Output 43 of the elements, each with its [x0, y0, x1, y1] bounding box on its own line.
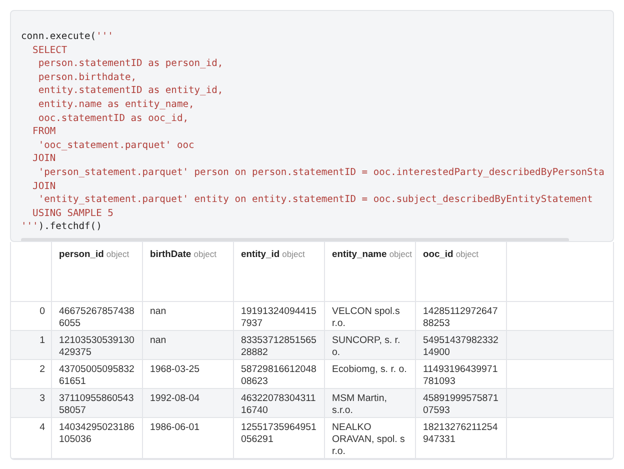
- column-type: object: [106, 249, 130, 259]
- row-index: 1: [11, 330, 52, 360]
- code-line: SELECT: [32, 44, 68, 58]
- table-cell: 5495143798233214900: [416, 330, 506, 360]
- code-line: JOIN: [32, 180, 57, 194]
- table-cell: 18213276211254947331: [416, 418, 506, 458]
- table-cell: 14034295023186105036: [52, 418, 142, 458]
- code-line: ''').fetchdf(): [21, 220, 103, 234]
- table-cell: 3711095586054358057: [52, 388, 142, 418]
- table-cell: MSM Martin, s.r.o.: [324, 388, 416, 418]
- column-header: ooc_id: [423, 248, 454, 259]
- table-cell: SUNCORP, s. r. o.: [324, 330, 416, 360]
- column-header: birthDate: [150, 248, 192, 259]
- column-type: object: [194, 249, 216, 259]
- table-cell: 12103530539130429375: [52, 330, 142, 360]
- column-type: object: [389, 249, 412, 259]
- table-cell: nan: [142, 330, 234, 360]
- table-cell: NEALKO ORAVAN, spol. s r.o.: [324, 418, 416, 458]
- code-line: entity.statementID as entity_id,: [37, 84, 224, 98]
- code-line: JOIN: [32, 152, 57, 166]
- column-type: object: [282, 249, 305, 259]
- code-line: USING SAMPLE 5: [32, 206, 114, 220]
- code-line: conn.execute(''': [21, 30, 114, 44]
- code-line: entity.name as entity_name,: [37, 98, 196, 112]
- column-type: object: [456, 249, 479, 259]
- row-index: 4: [11, 418, 52, 458]
- table-cell: 8335371285156528882: [234, 330, 324, 360]
- row-index: 3: [11, 388, 52, 418]
- table-cell: 12551735964951056291: [234, 418, 324, 458]
- code-line: 'ooc_statement.parquet' ooc: [37, 138, 196, 152]
- column-header: person_id: [59, 248, 104, 259]
- code-line: person.statementID as person_id,: [37, 57, 224, 71]
- code-line: person.birthdate,: [37, 70, 138, 84]
- table-cell: 4589199957587107593: [416, 388, 506, 418]
- table-cell: 1986-06-01: [142, 418, 234, 458]
- column-header: entity_id: [241, 248, 280, 259]
- code-line: 'entity_statement.parquet' entity on entity.statementID = ooc.subject_describedByEntityStatement: [37, 193, 594, 207]
- table-cell: 4632207830431116740: [234, 388, 324, 418]
- table-cell: 1992-08-04: [142, 388, 234, 418]
- code-line: ooc.statementID as ooc_id,: [37, 112, 190, 126]
- code-line: 'person_statement.parquet' person on person.statementID = ooc.interestedParty_describedByPersonSta: [37, 166, 606, 180]
- column-header: entity_name: [332, 248, 387, 259]
- code-line: FROM: [32, 125, 57, 139]
